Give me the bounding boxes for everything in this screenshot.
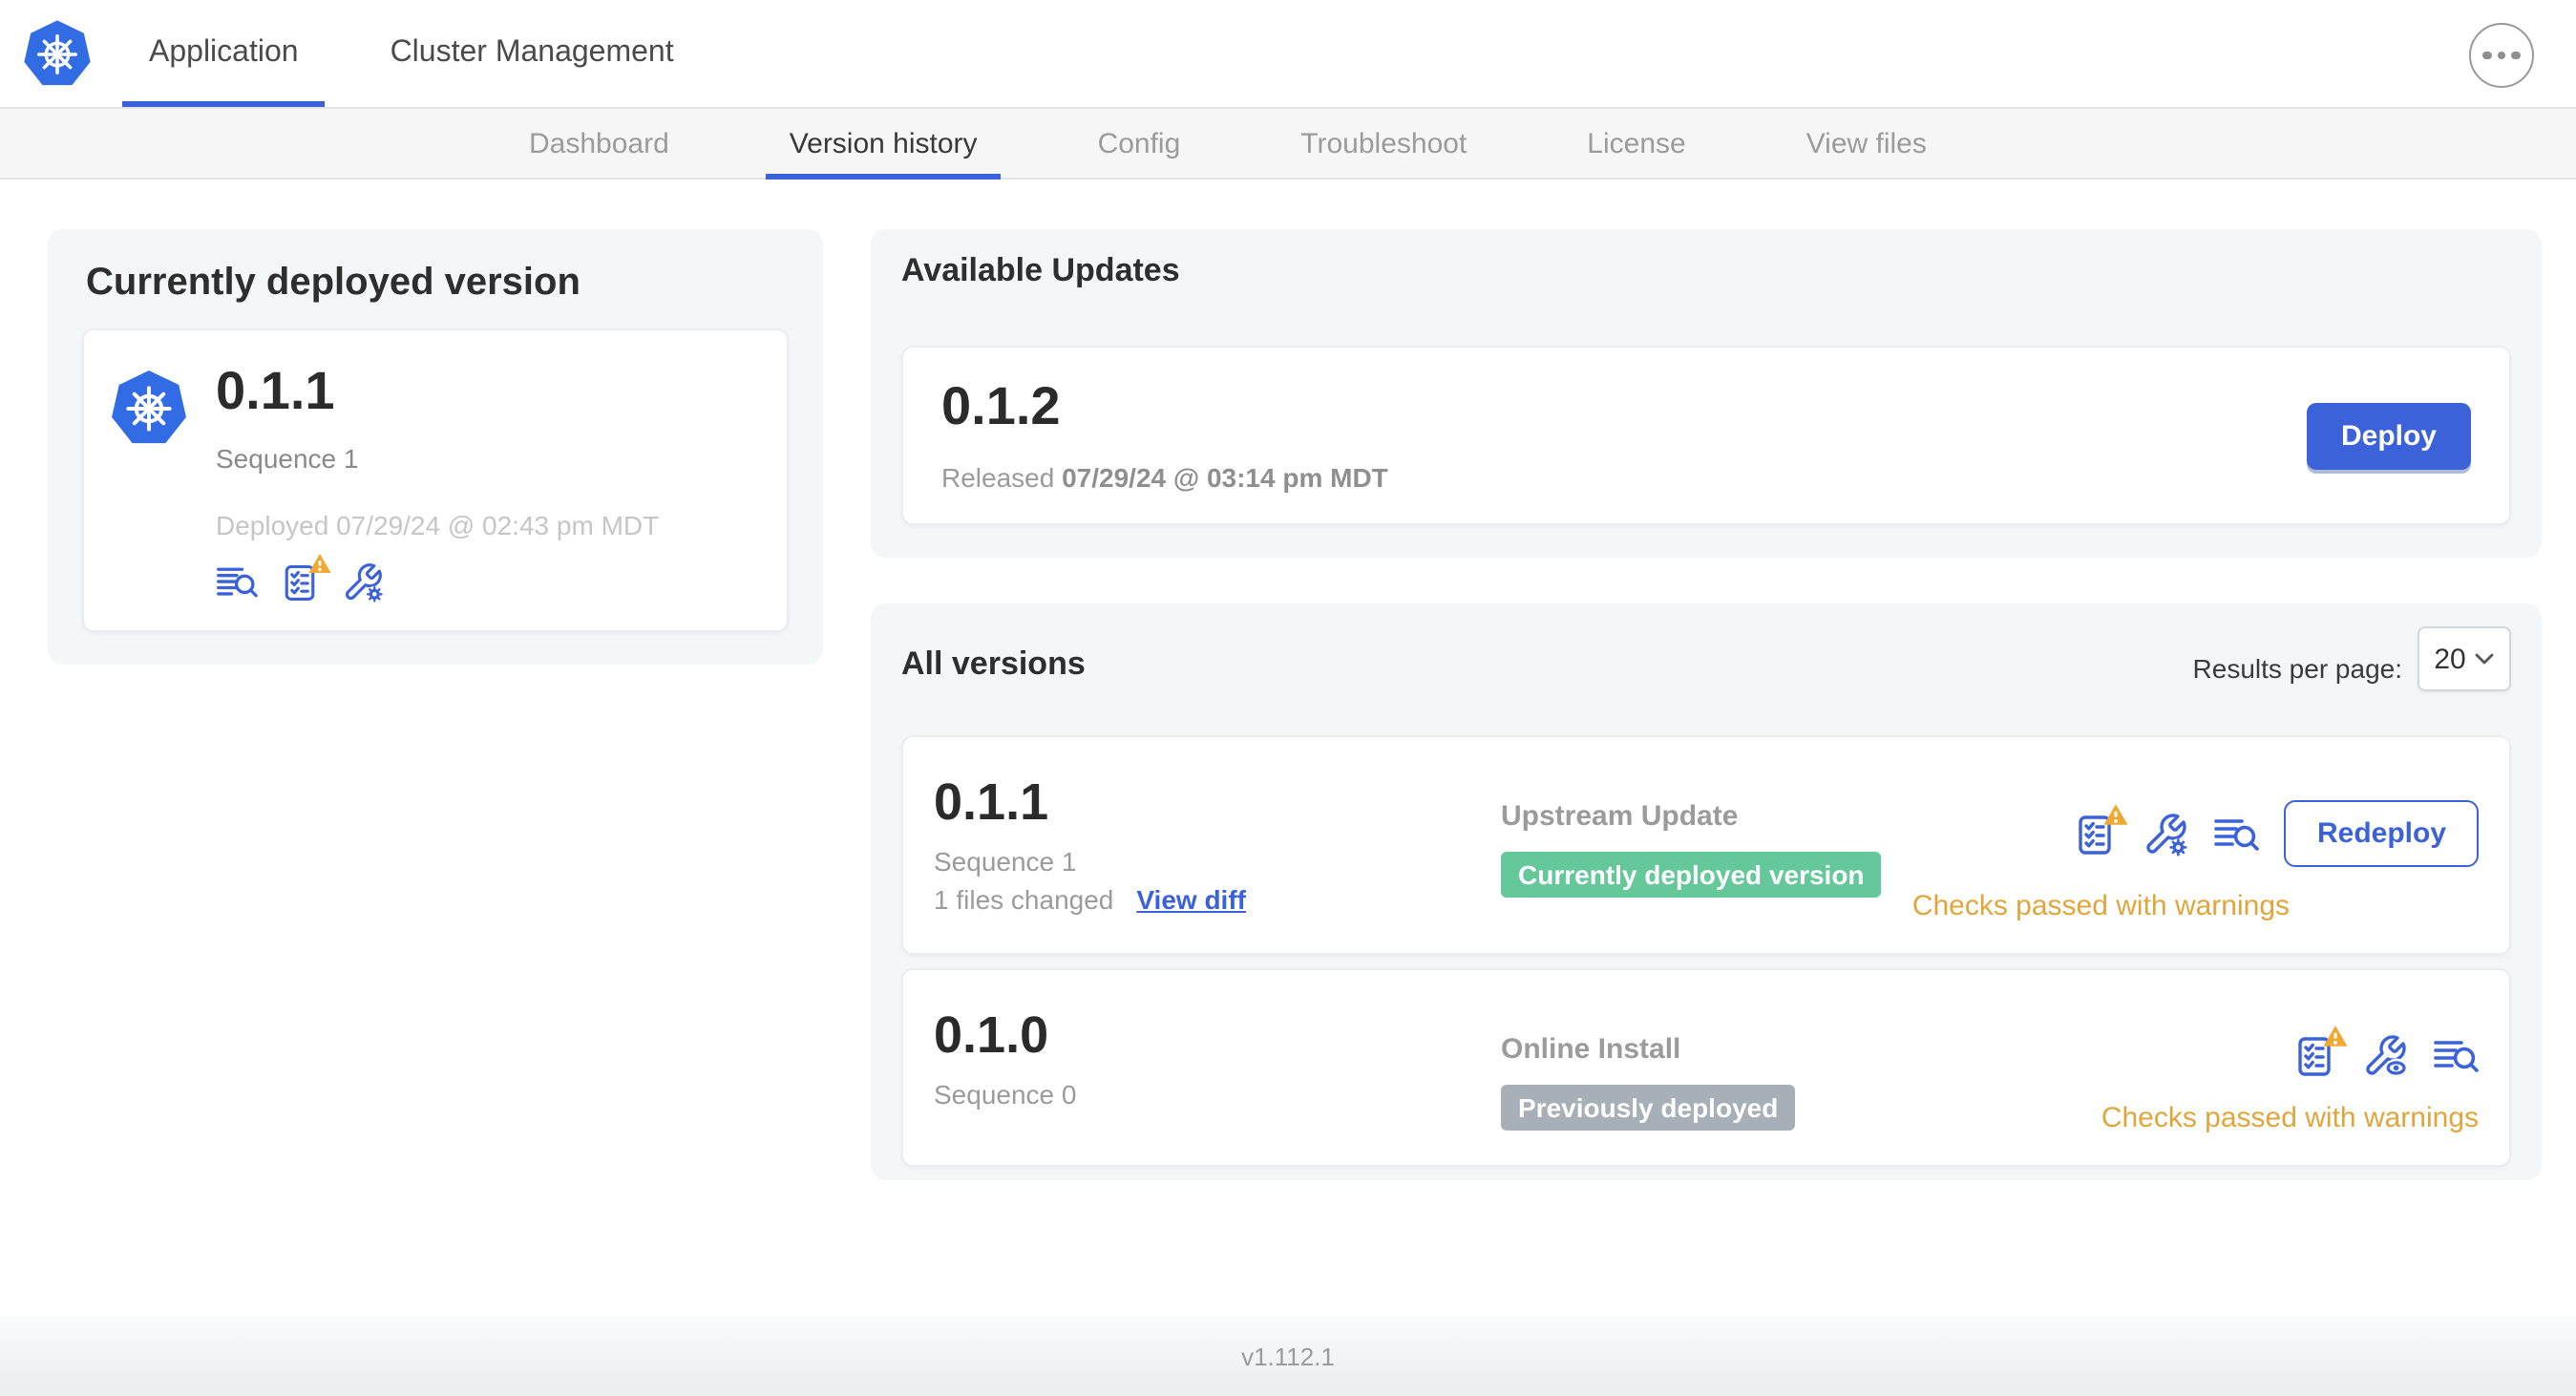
row-source-label: Online Install (1501, 1033, 1681, 1066)
warning-triangle-icon (308, 554, 331, 573)
console-version: v1.112.1 (1241, 1342, 1335, 1370)
version-row-0-1-0: 0.1.0 Sequence 0 Online Install Previous… (901, 968, 2511, 1167)
page-footer: v1.112.1 (0, 1316, 2576, 1396)
row-sequence: Sequence 1 (934, 846, 1077, 878)
preflight-checks-warning-icon[interactable] (2291, 1026, 2348, 1079)
available-updates-section: Available Updates 0.1.2 Released 07/29/2… (871, 229, 2542, 558)
view-logs-icon[interactable] (216, 561, 258, 603)
preflight-checks-warning-icon[interactable] (2073, 803, 2129, 857)
available-updates-title: Available Updates (901, 252, 1180, 288)
deployed-status-badge: Currently deployed version (1501, 852, 1882, 898)
all-versions-title: All versions (901, 645, 1086, 682)
warning-triangle-icon (2104, 803, 2129, 824)
deploy-button[interactable]: Deploy (2306, 402, 2471, 469)
row-version-number: 0.1.0 (934, 1006, 1049, 1064)
main-content: Currently deployed version 0.1.1 Sequenc… (0, 180, 2576, 1316)
tab-dashboard[interactable]: Dashboard (506, 109, 692, 178)
results-per-page-label: Results per page: (2192, 652, 2402, 683)
tab-application[interactable]: Application (122, 0, 327, 107)
deployed-version-number: 0.1.1 (216, 361, 335, 420)
redeploy-button[interactable]: Redeploy (2284, 800, 2479, 867)
row-source-label: Upstream Update (1501, 800, 1739, 833)
currently-deployed-title: Currently deployed version (86, 262, 581, 304)
view-config-icon[interactable] (2362, 1033, 2408, 1079)
view-diff-link[interactable]: View diff (1136, 885, 1246, 916)
tab-application-label: Application (149, 36, 299, 69)
preflight-checks-warning-icon[interactable] (279, 554, 331, 603)
update-released-timestamp: Released 07/29/24 @ 03:14 pm MDT (941, 462, 1388, 493)
top-header: Application Cluster Management (0, 0, 2576, 107)
kubernetes-app-icon (112, 370, 186, 444)
tab-license[interactable]: License (1564, 109, 1708, 178)
edit-config-icon[interactable] (2143, 811, 2189, 857)
results-per-page-select[interactable]: 20 (2418, 626, 2511, 691)
all-versions-section: All versions Results per page: 20 0.1.1 … (871, 603, 2542, 1180)
files-changed-label: 1 files changed (934, 884, 1114, 916)
deployed-status-badge: Previously deployed (1501, 1085, 1796, 1131)
view-logs-icon[interactable] (2433, 1033, 2479, 1079)
tab-cluster-management[interactable]: Cluster Management (364, 0, 701, 107)
tab-view-files[interactable]: View files (1784, 109, 1950, 178)
tab-cluster-management-label: Cluster Management (390, 36, 674, 69)
tab-config[interactable]: Config (1075, 109, 1204, 178)
deployed-sequence: Sequence 1 (216, 443, 359, 474)
kubernetes-logo-icon (24, 19, 91, 85)
view-logs-icon[interactable] (2214, 811, 2260, 857)
deployed-timestamp: Deployed 07/29/24 @ 02:43 pm MDT (216, 510, 660, 540)
currently-deployed-card: 0.1.1 Sequence 1 Deployed 07/29/24 @ 02:… (82, 328, 789, 632)
app-subnav: Dashboard Version history Config Trouble… (0, 107, 2576, 180)
version-row-0-1-1: 0.1.1 Sequence 1 1 files changed View di… (901, 735, 2511, 955)
row-version-number: 0.1.1 (934, 773, 1049, 831)
preflight-status-text: Checks passed with warnings (2101, 1102, 2479, 1134)
available-update-card: 0.1.2 Released 07/29/24 @ 03:14 pm MDT D… (901, 346, 2511, 525)
update-version-number: 0.1.2 (941, 376, 1061, 435)
ellipsis-icon (2482, 51, 2492, 60)
tab-version-history[interactable]: Version history (766, 109, 1002, 180)
overflow-menu-button[interactable] (2469, 23, 2534, 88)
row-sequence: Sequence 0 (934, 1079, 1077, 1110)
app-window: Application Cluster Management Dashboard… (0, 0, 2576, 1396)
currently-deployed-section: Currently deployed version 0.1.1 Sequenc… (48, 229, 823, 665)
tab-troubleshoot[interactable]: Troubleshoot (1277, 109, 1489, 178)
header-tabs: Application Cluster Management (122, 0, 739, 107)
edit-config-icon[interactable] (342, 561, 384, 603)
preflight-status-text: Checks passed with warnings (1911, 890, 2290, 922)
chevron-down-icon (2476, 653, 2495, 665)
warning-triangle-icon (2323, 1026, 2348, 1047)
